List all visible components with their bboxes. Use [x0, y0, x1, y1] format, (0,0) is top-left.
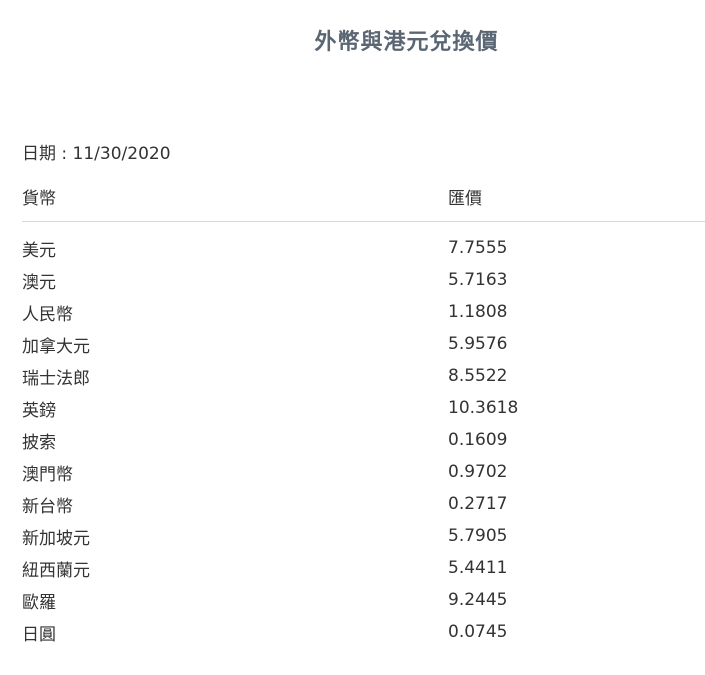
rate-cell: 7.7555 [448, 238, 508, 258]
rate-cell: 9.2445 [448, 590, 508, 610]
rate-cell: 0.9702 [448, 462, 508, 482]
table-row: 紐西蘭元 5.4411 [22, 552, 705, 584]
rate-cell: 0.2717 [448, 494, 508, 514]
rate-cell: 0.1609 [448, 430, 508, 450]
currency-cell: 歐羅 [22, 592, 56, 613]
page-title: 外幣與港元兌換價 [314, 30, 499, 55]
table-row: 澳元 5.7163 [22, 264, 705, 296]
rate-cell: 5.4411 [448, 558, 508, 578]
currency-cell: 披索 [22, 432, 56, 453]
table-row: 瑞士法郎 8.5522 [22, 360, 705, 392]
rate-cell: 5.7905 [448, 526, 508, 546]
exchange-rate-table: 貨幣 匯價 美元 7.7555 澳元 5.7163 人民幣 1.1808 加拿大… [22, 184, 705, 648]
table-row: 歐羅 9.2445 [22, 584, 705, 616]
table-row: 英鎊 10.3618 [22, 392, 705, 424]
table-header: 貨幣 匯價 [22, 184, 705, 222]
currency-cell: 加拿大元 [22, 336, 90, 357]
table-body: 美元 7.7555 澳元 5.7163 人民幣 1.1808 加拿大元 5.95… [22, 232, 705, 648]
currency-cell: 新加坡元 [22, 528, 90, 549]
currency-cell: 日圓 [22, 624, 56, 645]
date-value: 11/30/2020 [72, 144, 171, 164]
currency-cell: 新台幣 [22, 496, 73, 517]
table-row: 日圓 0.0745 [22, 616, 705, 648]
table-row: 新加坡元 5.7905 [22, 520, 705, 552]
rate-cell: 1.1808 [448, 302, 508, 322]
currency-cell: 澳元 [22, 272, 56, 293]
currency-cell: 澳門幣 [22, 464, 73, 485]
header-rate: 匯價 [448, 189, 482, 209]
currency-cell: 美元 [22, 240, 56, 261]
table-row: 新台幣 0.2717 [22, 488, 705, 520]
rate-cell: 10.3618 [448, 398, 519, 418]
rate-cell: 0.0745 [448, 622, 508, 642]
date-label: 日期 : [22, 144, 73, 164]
currency-cell: 英鎊 [22, 400, 56, 421]
table-row: 美元 7.7555 [22, 232, 705, 264]
date-line: 日期 : 11/30/2020 [22, 139, 171, 164]
currency-cell: 瑞士法郎 [22, 368, 90, 389]
currency-cell: 人民幣 [22, 304, 73, 325]
rate-cell: 8.5522 [448, 366, 508, 386]
currency-cell: 紐西蘭元 [22, 560, 90, 581]
table-row: 澳門幣 0.9702 [22, 456, 705, 488]
rate-cell: 5.9576 [448, 334, 508, 354]
table-row: 人民幣 1.1808 [22, 296, 705, 328]
header-currency: 貨幣 [22, 189, 56, 209]
rate-cell: 5.7163 [448, 270, 508, 290]
table-row: 披索 0.1609 [22, 424, 705, 456]
table-row: 加拿大元 5.9576 [22, 328, 705, 360]
